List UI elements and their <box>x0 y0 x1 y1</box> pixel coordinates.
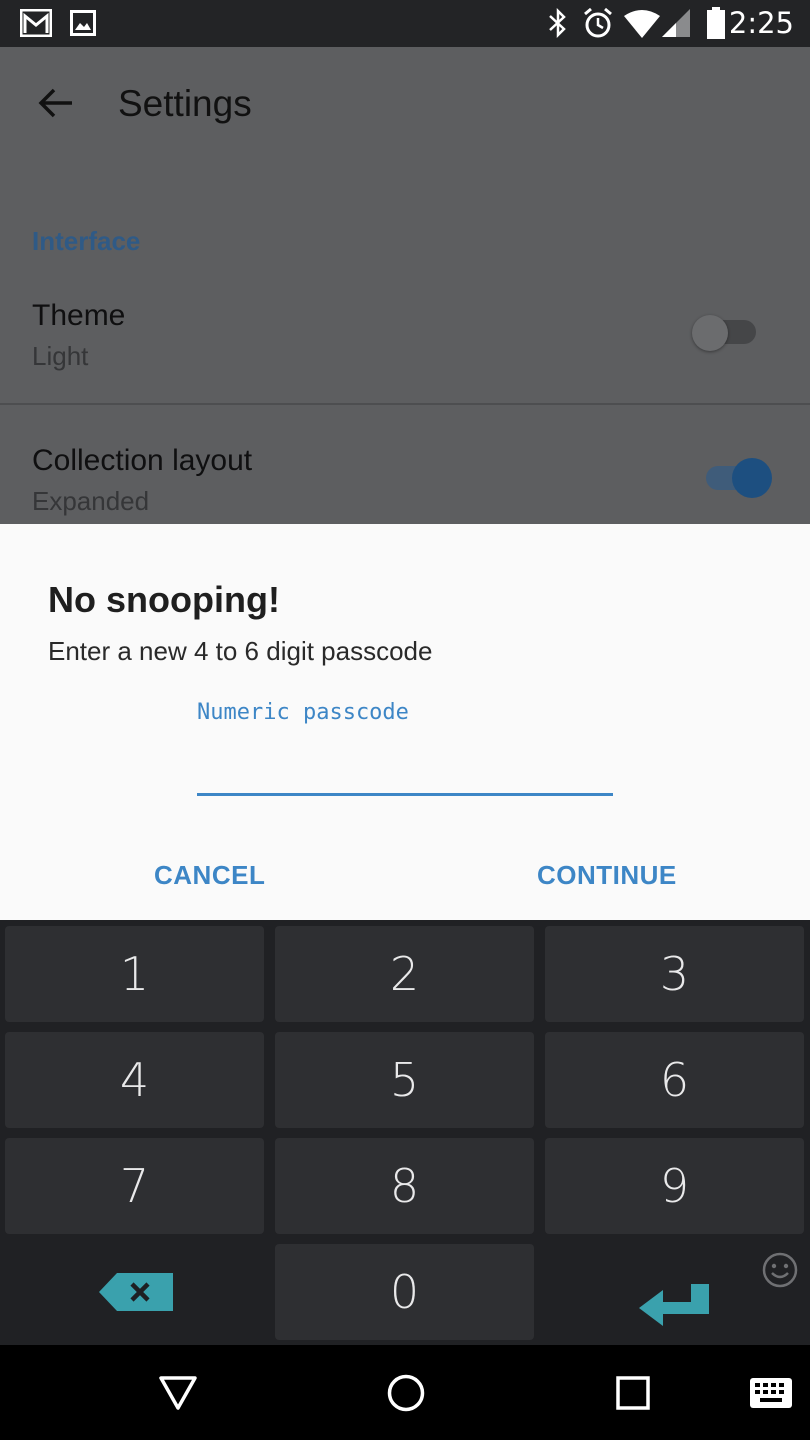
status-time: 2:25 <box>728 6 794 40</box>
dialog-title: No snooping! <box>48 579 280 620</box>
key-7[interactable]: 7 <box>5 1138 264 1234</box>
emoji-icon[interactable] <box>762 1252 798 1288</box>
input-underline <box>197 793 613 796</box>
recents-square-icon[interactable] <box>616 1376 650 1410</box>
back-triangle-icon[interactable] <box>158 1375 198 1411</box>
cancel-button[interactable]: CANCEL <box>154 860 265 891</box>
theme-toggle[interactable] <box>692 315 758 351</box>
backspace-key[interactable] <box>5 1244 264 1340</box>
section-header-interface: Interface <box>32 226 141 256</box>
settings-row-theme[interactable]: Theme Light <box>0 285 810 403</box>
backspace-icon <box>99 1273 173 1311</box>
signal-icon <box>662 9 690 37</box>
key-5[interactable]: 5 <box>275 1032 534 1128</box>
alarm-icon <box>584 7 612 38</box>
setting-title: Theme <box>32 299 126 332</box>
key-8[interactable]: 8 <box>275 1138 534 1234</box>
app-bar: Settings <box>0 47 810 167</box>
page-title: Settings <box>118 83 252 124</box>
key-2[interactable]: 2 <box>275 926 534 1022</box>
status-bar: 2:25 <box>0 0 810 47</box>
battery-icon <box>707 7 725 39</box>
home-circle-icon[interactable] <box>386 1373 426 1413</box>
key-3[interactable]: 3 <box>545 926 804 1022</box>
key-0[interactable]: 0 <box>275 1244 534 1340</box>
passcode-dialog: No snooping! Enter a new 4 to 6 digit pa… <box>0 524 810 920</box>
dialog-message: Enter a new 4 to 6 digit passcode <box>48 636 433 666</box>
gmail-icon <box>20 9 52 37</box>
key-4[interactable]: 4 <box>5 1032 264 1128</box>
passcode-input[interactable] <box>197 734 613 794</box>
setting-subtitle: Light <box>32 341 89 371</box>
key-9[interactable]: 9 <box>545 1138 804 1234</box>
navigation-bar <box>0 1345 810 1440</box>
enter-icon <box>639 1284 709 1326</box>
setting-subtitle: Expanded <box>32 486 150 516</box>
divider <box>0 403 810 405</box>
passcode-input-label: Numeric passcode <box>197 700 409 725</box>
keyboard-switch-icon[interactable] <box>750 1378 792 1408</box>
collection-layout-toggle[interactable] <box>706 458 776 498</box>
gallery-icon <box>70 10 96 36</box>
key-1[interactable]: 1 <box>5 926 264 1022</box>
arrow-back-icon[interactable] <box>38 87 74 119</box>
continue-button[interactable]: CONTINUE <box>537 860 677 891</box>
setting-title: Collection layout <box>32 444 253 477</box>
bluetooth-icon <box>549 8 566 38</box>
numeric-keyboard: 1 2 3 4 5 6 7 8 9 0 <box>0 920 810 1345</box>
key-6[interactable]: 6 <box>545 1032 804 1128</box>
wifi-icon <box>624 10 660 38</box>
settings-row-collection-layout[interactable]: Collection layout Expanded <box>0 430 810 524</box>
